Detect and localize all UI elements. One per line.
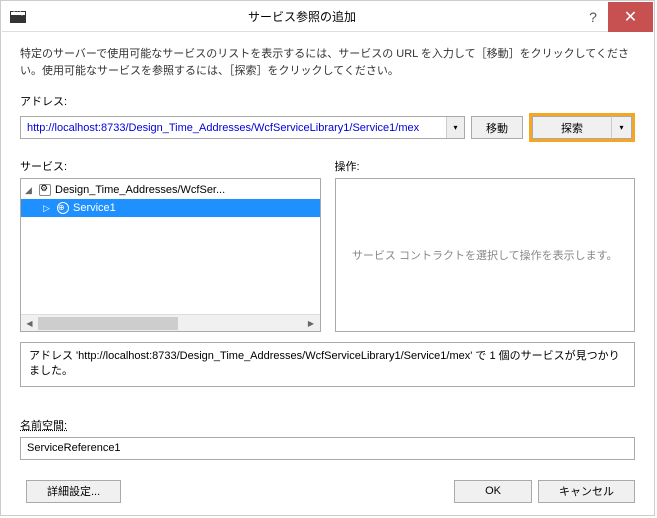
advanced-button[interactable]: 詳細設定... xyxy=(26,480,121,503)
operations-label: 操作: xyxy=(335,158,636,174)
expand-icon[interactable]: ◢ xyxy=(25,185,35,196)
tree-item-label: Design_Time_Addresses/WcfSer... xyxy=(55,184,225,196)
titlebar: サービス参照の追加 ? ✕ xyxy=(2,2,653,32)
address-input[interactable] xyxy=(21,117,446,138)
ok-button[interactable]: OK xyxy=(454,480,532,503)
scroll-right-button[interactable]: ▶ xyxy=(303,315,320,331)
scroll-thumb[interactable] xyxy=(38,317,178,330)
address-dropdown-button[interactable]: ▾ xyxy=(446,117,464,138)
discover-button[interactable]: 探索 xyxy=(532,116,612,139)
dialog-title: サービス参照の追加 xyxy=(26,8,578,25)
namespace-label: 名前空間: xyxy=(20,417,635,433)
scroll-left-button[interactable]: ◀ xyxy=(21,315,38,331)
services-label: サービス: xyxy=(20,158,321,174)
app-icon xyxy=(10,11,26,23)
cancel-button[interactable]: キャンセル xyxy=(538,480,635,503)
service-app-icon xyxy=(38,184,52,196)
go-button[interactable]: 移動 xyxy=(471,116,523,139)
tree-item[interactable]: ▷ ⊕ Service1 xyxy=(21,199,320,217)
horizontal-scrollbar[interactable]: ◀ ▶ xyxy=(21,314,320,331)
tree-item-label: Service1 xyxy=(73,202,116,214)
discover-highlight: 探索 ▾ xyxy=(529,113,635,142)
tree-item[interactable]: ◢ Design_Time_Addresses/WcfSer... xyxy=(21,181,320,199)
help-button[interactable]: ? xyxy=(578,2,608,32)
expand-icon[interactable]: ▷ xyxy=(43,203,53,214)
globe-icon: ⊕ xyxy=(56,202,70,214)
discover-dropdown-button[interactable]: ▾ xyxy=(612,116,632,139)
address-label: アドレス: xyxy=(20,93,635,109)
namespace-input[interactable] xyxy=(20,437,635,460)
services-tree-box: ◢ Design_Time_Addresses/WcfSer... ▷ ⊕ Se… xyxy=(20,178,321,332)
operations-box: サービス コントラクトを選択して操作を表示します。 xyxy=(335,178,636,332)
chevron-down-icon: ▾ xyxy=(619,123,623,132)
close-button[interactable]: ✕ xyxy=(608,2,653,32)
status-text: アドレス 'http://localhost:8733/Design_Time_… xyxy=(20,342,635,387)
chevron-down-icon: ▾ xyxy=(453,123,457,132)
operations-placeholder: サービス コントラクトを選択して操作を表示します。 xyxy=(336,179,635,331)
dialog-description: 特定のサーバーで使用可能なサービスのリストを表示するには、サービスの URL を… xyxy=(20,46,635,79)
